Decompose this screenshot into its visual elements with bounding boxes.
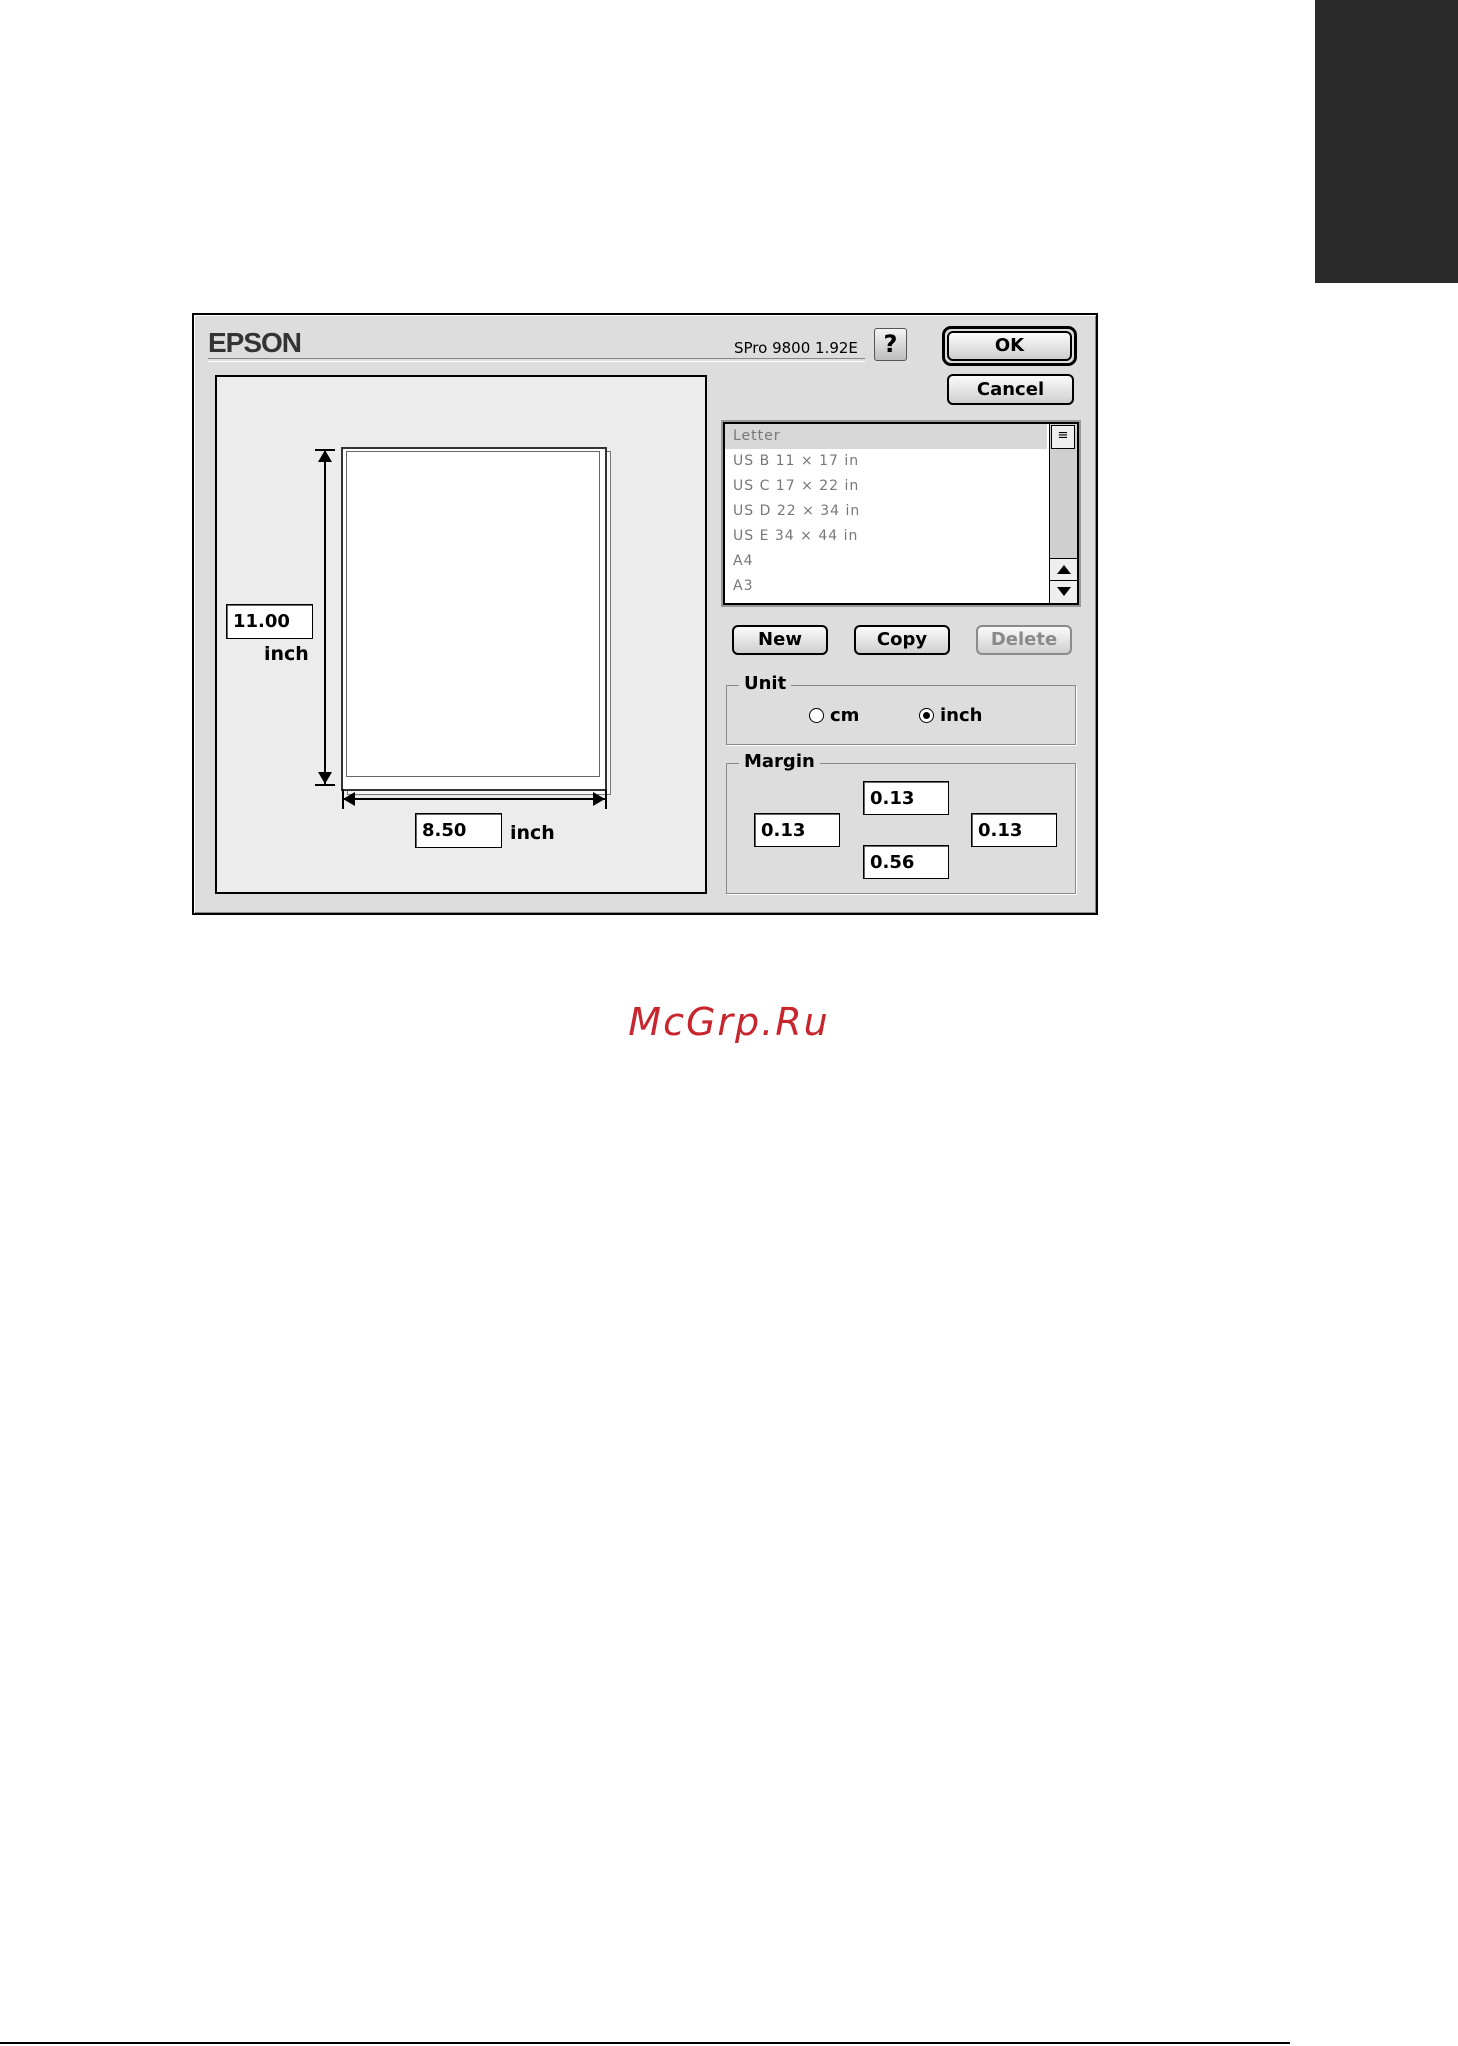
unit-radio-cm[interactable]: cm [809,705,859,726]
margin-group: Margin 0.13 0.13 0.13 0.56 [726,751,1076,894]
header-divider [208,358,865,362]
margin-group-title: Margin [739,751,820,773]
paper-preview-panel: 11.00 inch 8.50 inch [215,375,707,894]
unit-inch-label: inch [940,705,983,726]
copy-paper-button[interactable]: Copy [854,625,950,655]
new-paper-button[interactable]: New [732,625,828,655]
arrow-up-icon [318,450,332,462]
scroll-down-button[interactable] [1050,580,1077,603]
ok-button[interactable]: OK [947,331,1072,361]
scroll-thumb-grip-icon[interactable]: ≡ [1051,425,1075,449]
height-tick-bottom [315,784,335,786]
list-scrollbar[interactable]: ≡ [1049,424,1077,603]
triangle-down-icon [1057,587,1071,596]
width-dimension-line [343,798,605,800]
list-item-us-b[interactable]: US B 11 × 17 in [725,449,1047,474]
scroll-up-button[interactable] [1050,558,1077,581]
list-item-us-c[interactable]: US C 17 × 22 in [725,474,1047,499]
printable-area [346,451,600,777]
epson-logo: EPSON [208,327,302,358]
paper-size-list[interactable]: Letter US B 11 × 17 in US C 17 × 22 in U… [723,422,1079,605]
help-button[interactable]: ? [874,328,907,361]
paper-size-dialog: EPSON SPro 9800 1.92E ? OK Cancel 11.00 … [192,313,1098,915]
list-item-a3[interactable]: A3 [725,574,1047,599]
unit-cm-label: cm [830,705,860,726]
height-unit-label: inch [264,643,309,665]
arrow-down-icon [318,772,332,784]
margin-bottom-input[interactable]: 0.56 [863,845,949,879]
paper-height-input[interactable]: 11.00 [226,604,313,639]
unit-radio-inch[interactable]: inch [919,705,982,726]
height-dimension-line [324,450,326,785]
width-unit-label: inch [510,822,555,844]
margin-left-input[interactable]: 0.13 [754,813,840,847]
section-tab-marker [1315,0,1458,283]
arrow-right-icon [593,792,605,806]
driver-version: SPro 9800 1.92E [734,339,858,357]
list-item-letter[interactable]: Letter [725,424,1047,449]
list-item-us-d[interactable]: US D 22 × 34 in [725,499,1047,524]
paper-width-input[interactable]: 8.50 [415,813,502,848]
width-tick-right [605,789,607,809]
radio-checked-icon [919,708,934,723]
watermark-text: McGrp.Ru [628,1000,830,1044]
unit-group: Unit cm inch [726,673,1076,745]
list-item-a4[interactable]: A4 [725,549,1047,574]
arrow-left-icon [343,792,355,806]
footer-rule [0,2042,1290,2044]
cancel-button[interactable]: Cancel [947,374,1074,405]
radio-unchecked-icon [809,708,824,723]
triangle-up-icon [1057,565,1071,574]
list-item-us-e[interactable]: US E 34 × 44 in [725,524,1047,549]
delete-paper-button: Delete [976,625,1072,655]
margin-top-input[interactable]: 0.13 [863,781,949,815]
unit-group-title: Unit [739,673,792,695]
margin-right-input[interactable]: 0.13 [971,813,1057,847]
